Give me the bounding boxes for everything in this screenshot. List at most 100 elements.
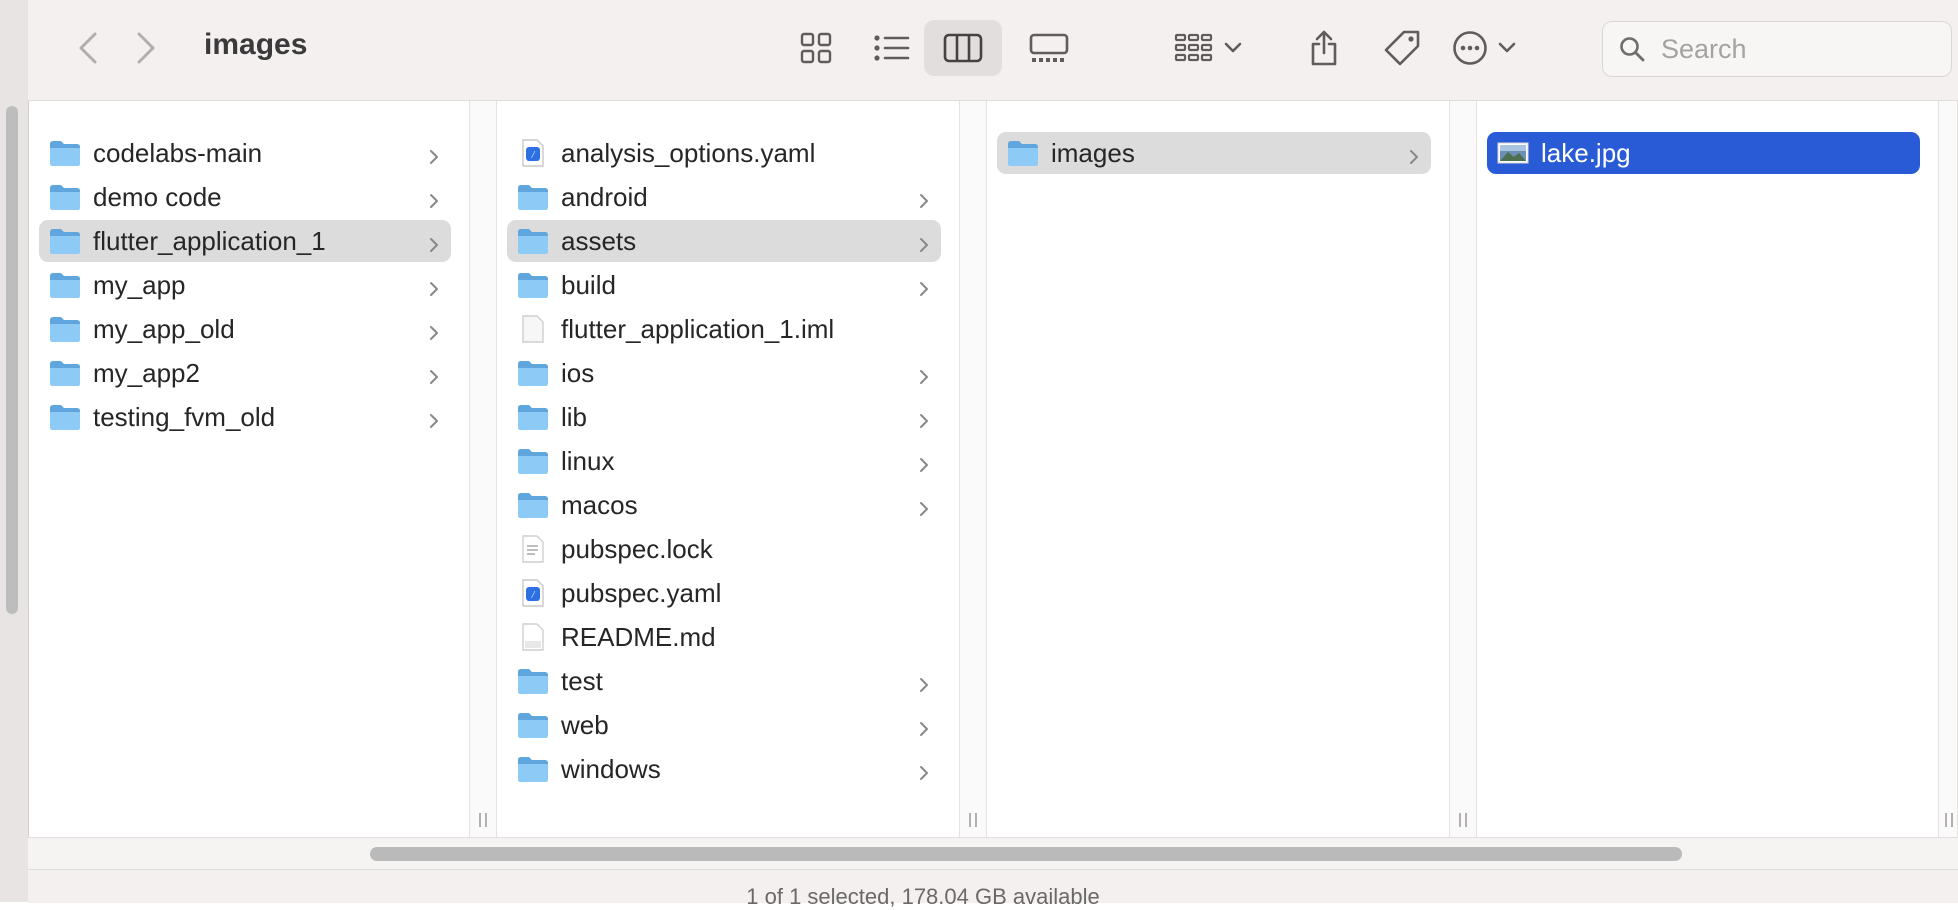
resize-grip-icon bbox=[479, 813, 487, 827]
folder-row[interactable]: lib bbox=[507, 396, 941, 438]
folder-icon bbox=[49, 359, 81, 387]
folder-row[interactable]: build bbox=[507, 264, 941, 306]
chevron-left-icon bbox=[79, 32, 97, 64]
chevron-right-icon bbox=[137, 32, 155, 64]
gallery-view-button[interactable] bbox=[1012, 20, 1086, 76]
share-button[interactable] bbox=[1294, 18, 1354, 78]
document-icon: / bbox=[517, 139, 549, 167]
column-3: images bbox=[987, 101, 1449, 837]
file-row[interactable]: README.md bbox=[507, 616, 941, 658]
document-icon bbox=[517, 535, 549, 563]
folder-icon bbox=[49, 403, 81, 431]
folder-row[interactable]: flutter_application_1 bbox=[39, 220, 451, 262]
column-resizer[interactable] bbox=[469, 101, 497, 837]
search-field[interactable] bbox=[1602, 21, 1952, 77]
folder-row[interactable]: my_app bbox=[39, 264, 451, 306]
folder-icon bbox=[517, 491, 549, 519]
item-name: images bbox=[1051, 137, 1135, 168]
chevron-right-icon bbox=[427, 363, 441, 384]
chevron-down-icon bbox=[1224, 42, 1242, 53]
icon-view-button[interactable] bbox=[786, 20, 846, 76]
chevron-right-icon bbox=[917, 759, 931, 780]
folder-row[interactable]: images bbox=[997, 132, 1431, 174]
item-name: analysis_options.yaml bbox=[561, 137, 816, 168]
column-4: lake.jpg bbox=[1477, 101, 1938, 837]
item-name: assets bbox=[561, 225, 637, 256]
folder-icon bbox=[517, 359, 549, 387]
folder-icon bbox=[517, 227, 549, 255]
folder-icon bbox=[49, 227, 81, 255]
folder-row[interactable]: codelabs-main bbox=[39, 132, 451, 174]
file-row[interactable]: flutter_application_1.iml bbox=[507, 308, 941, 350]
status-bar: 1 of 1 selected, 178.04 GB available bbox=[28, 869, 1958, 909]
item-name: my_app_old bbox=[93, 313, 235, 344]
folder-row[interactable]: assets bbox=[507, 220, 941, 262]
more-actions-button[interactable] bbox=[1440, 20, 1528, 76]
column-resizer[interactable] bbox=[959, 101, 987, 837]
column-resizer[interactable] bbox=[1938, 101, 1958, 837]
item-name: codelabs-main bbox=[93, 137, 263, 168]
document-icon bbox=[517, 623, 549, 651]
folder-row[interactable]: android bbox=[507, 176, 941, 218]
column-view-button[interactable] bbox=[924, 20, 1002, 76]
ellipsis-circle-icon bbox=[1453, 31, 1487, 65]
file-row[interactable]: / analysis_options.yaml bbox=[507, 132, 941, 174]
file-row[interactable]: lake.jpg bbox=[1487, 132, 1920, 174]
folder-row[interactable]: linux bbox=[507, 440, 941, 482]
chevron-right-icon bbox=[427, 319, 441, 340]
folder-icon bbox=[517, 667, 549, 695]
item-name: my_app2 bbox=[93, 357, 200, 388]
folder-icon bbox=[517, 447, 549, 475]
chevron-right-icon bbox=[917, 187, 931, 208]
folder-row[interactable]: web bbox=[507, 704, 941, 746]
folder-icon bbox=[517, 755, 549, 783]
folder-icon bbox=[517, 403, 549, 431]
folder-row[interactable]: testing_fvm_old bbox=[39, 396, 451, 438]
chevron-right-icon bbox=[1407, 143, 1421, 164]
chevron-right-icon bbox=[917, 715, 931, 736]
item-name: linux bbox=[561, 445, 615, 476]
forward-button[interactable] bbox=[124, 24, 168, 72]
search-icon bbox=[1617, 34, 1647, 64]
chevron-right-icon bbox=[917, 363, 931, 384]
item-name: lib bbox=[561, 401, 588, 432]
folder-row[interactable]: my_app2 bbox=[39, 352, 451, 394]
folder-row[interactable]: ios bbox=[507, 352, 941, 394]
horizontal-scrollbar[interactable] bbox=[28, 837, 1958, 870]
item-name: windows bbox=[561, 753, 661, 784]
item-name: demo code bbox=[93, 181, 222, 212]
chevron-down-icon bbox=[1498, 42, 1516, 53]
resize-grip-icon bbox=[1945, 813, 1953, 827]
vertical-scrollbar[interactable] bbox=[6, 106, 18, 614]
chevron-right-icon bbox=[917, 495, 931, 516]
list-view-button[interactable] bbox=[862, 20, 922, 76]
chevron-right-icon bbox=[917, 407, 931, 428]
horizontal-scroll-thumb[interactable] bbox=[370, 847, 1682, 861]
column-resizer[interactable] bbox=[1449, 101, 1477, 837]
column-2: / analysis_options.yamlandroid assets build… bbox=[497, 101, 959, 837]
search-input[interactable] bbox=[1659, 32, 1943, 66]
group-grid-icon bbox=[1174, 33, 1213, 62]
tags-button[interactable] bbox=[1372, 18, 1432, 78]
share-icon bbox=[1311, 30, 1337, 66]
folder-row[interactable]: macos bbox=[507, 484, 941, 526]
document-icon bbox=[517, 315, 549, 343]
tag-icon bbox=[1384, 30, 1420, 66]
item-name: ios bbox=[561, 357, 595, 388]
file-row[interactable]: pubspec.lock bbox=[507, 528, 941, 570]
column-1: codelabs-main demo code flutter_applicatio… bbox=[29, 101, 469, 837]
group-button[interactable] bbox=[1162, 20, 1254, 76]
folder-row[interactable]: windows bbox=[507, 748, 941, 790]
item-name: lake.jpg bbox=[1541, 137, 1631, 168]
folder-icon bbox=[49, 271, 81, 299]
back-button[interactable] bbox=[66, 24, 110, 72]
item-name: testing_fvm_old bbox=[93, 401, 276, 432]
folder-icon bbox=[517, 183, 549, 211]
folder-row[interactable]: test bbox=[507, 660, 941, 702]
folder-row[interactable]: demo code bbox=[39, 176, 451, 218]
chevron-right-icon bbox=[427, 407, 441, 428]
item-name: test bbox=[561, 665, 603, 696]
file-row[interactable]: / pubspec.yaml bbox=[507, 572, 941, 614]
folder-row[interactable]: my_app_old bbox=[39, 308, 451, 350]
folder-icon bbox=[49, 183, 81, 211]
